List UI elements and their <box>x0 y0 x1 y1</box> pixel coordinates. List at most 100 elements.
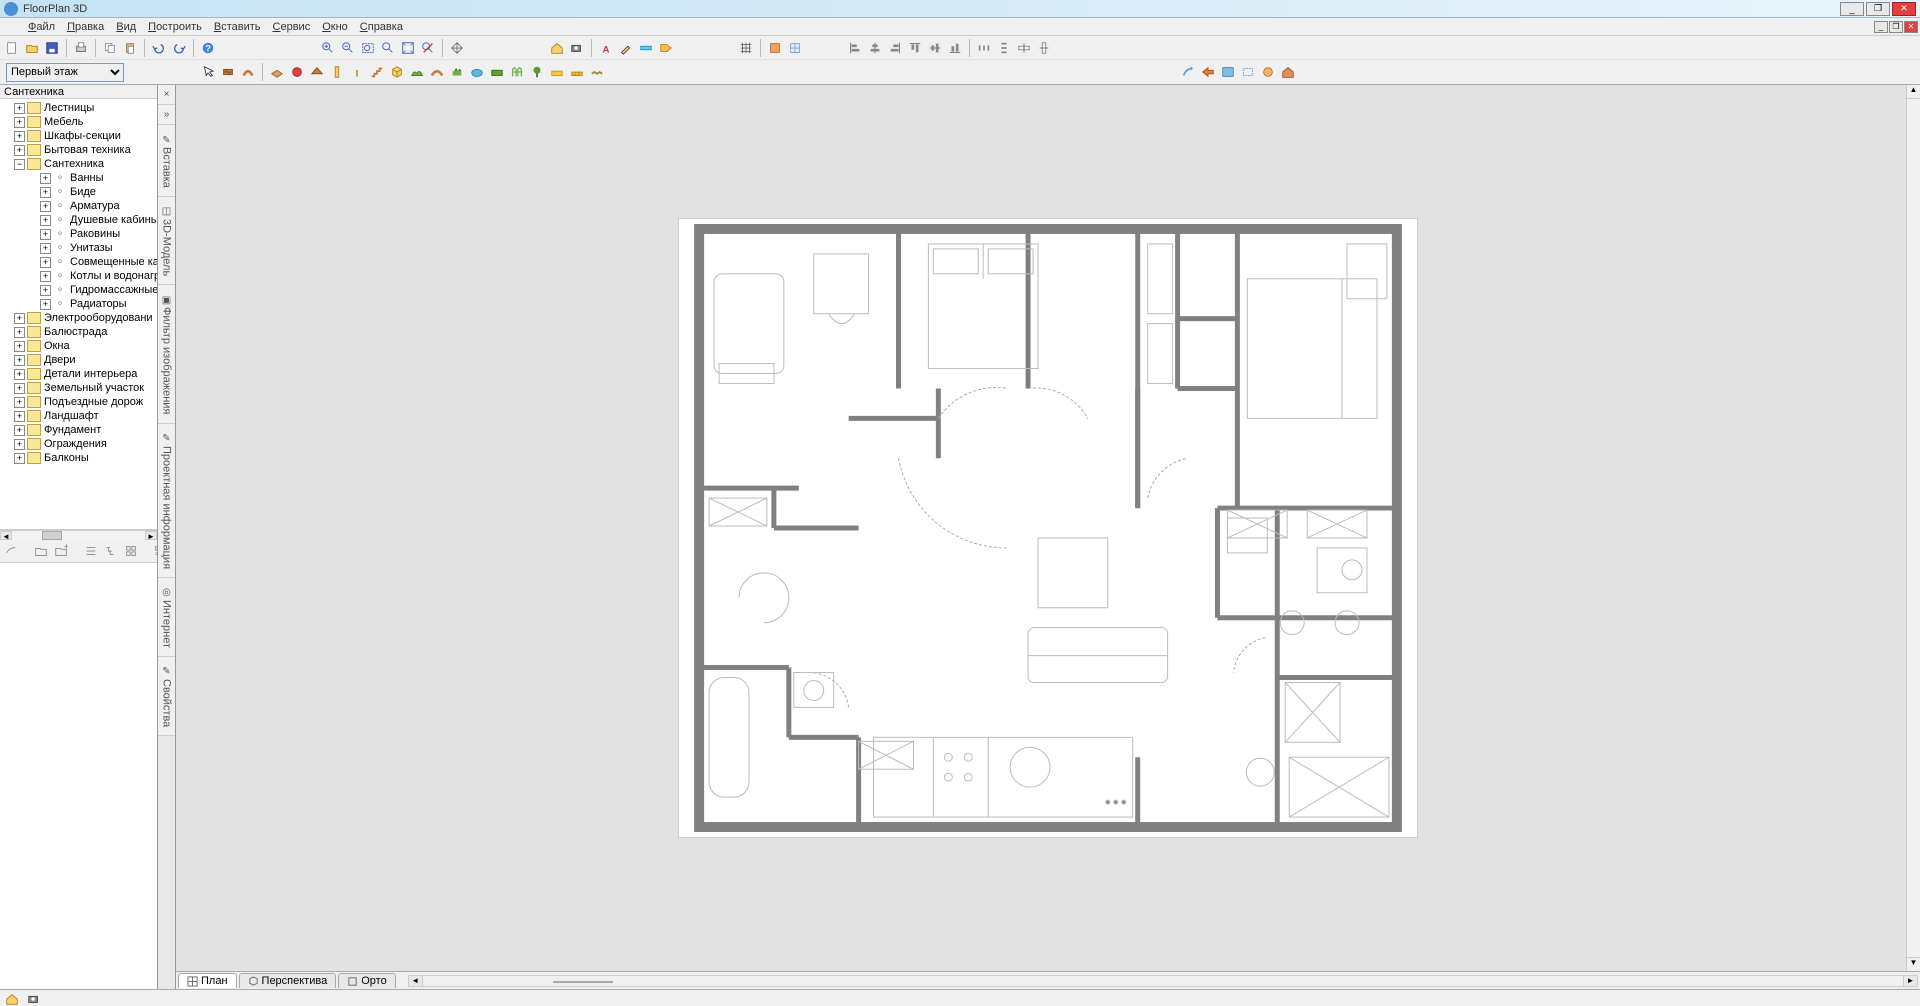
export-icon[interactable] <box>1219 63 1237 81</box>
sb-folder-icon[interactable] <box>33 542 49 560</box>
status-house-icon[interactable] <box>4 992 20 1006</box>
expand-toggle-icon[interactable]: + <box>40 173 51 184</box>
fence-tool-icon[interactable] <box>508 63 526 81</box>
scroll-thumb[interactable] <box>42 531 62 540</box>
stairs-tool-icon[interactable] <box>368 63 386 81</box>
menu-файл[interactable]: Файл <box>22 21 61 33</box>
pen-tool-icon[interactable] <box>617 39 635 57</box>
sb-grid-icon[interactable] <box>123 542 139 560</box>
canvas-viewport[interactable]: ▲ ▼ <box>176 85 1920 971</box>
zoom-window-icon[interactable] <box>359 39 377 57</box>
tree-node-12[interactable]: +⚬Котлы и водонагре <box>0 269 157 283</box>
expand-toggle-icon[interactable]: + <box>40 271 51 282</box>
floor-select-dropdown[interactable]: Первый этаж <box>6 63 124 82</box>
path-tool-icon[interactable] <box>428 63 446 81</box>
tree-node-0[interactable]: +Лестницы <box>0 101 157 115</box>
tree-node-10[interactable]: +⚬Унитазы <box>0 241 157 255</box>
house-library-icon[interactable] <box>1279 63 1297 81</box>
hedge-tool-icon[interactable] <box>548 63 566 81</box>
vtab-image-filter[interactable]: ▣Фильтр изображения <box>158 285 175 423</box>
grid-icon[interactable] <box>737 39 755 57</box>
expand-toggle-icon[interactable]: + <box>14 117 25 128</box>
tree-node-16[interactable]: +Балюстрада <box>0 325 157 339</box>
text-tool-icon[interactable]: A <box>597 39 615 57</box>
expand-toggle-icon[interactable]: + <box>40 215 51 226</box>
zoom-cancel-icon[interactable] <box>419 39 437 57</box>
vtab-properties[interactable]: ✎Свойства <box>158 657 175 736</box>
expand-toggle-icon[interactable]: + <box>14 383 25 394</box>
expand-toggle-icon[interactable]: + <box>14 397 25 408</box>
pointer-tool-icon[interactable] <box>199 63 217 81</box>
tree-node-8[interactable]: +⚬Душевые кабины <box>0 213 157 227</box>
expand-toggle-icon[interactable]: + <box>14 411 25 422</box>
expand-toggle-icon[interactable]: + <box>14 313 25 324</box>
print-icon[interactable] <box>72 39 90 57</box>
expand-toggle-icon[interactable]: + <box>14 425 25 436</box>
tree-node-15[interactable]: +Электрооборудовани <box>0 311 157 325</box>
expand-toggle-icon[interactable]: + <box>40 187 51 198</box>
zoom-out-icon[interactable] <box>339 39 357 57</box>
pan-icon[interactable] <box>448 39 466 57</box>
tree-node-1[interactable]: +Мебель <box>0 115 157 129</box>
zoom-fit-icon[interactable] <box>379 39 397 57</box>
tree-node-22[interactable]: +Ландшафт <box>0 409 157 423</box>
expand-toggle-icon[interactable]: + <box>14 341 25 352</box>
scroll-left-button[interactable]: ◄ <box>409 976 423 986</box>
3d-house-icon[interactable] <box>548 39 566 57</box>
align-bottom-icon[interactable] <box>946 39 964 57</box>
menu-вид[interactable]: Вид <box>110 21 142 33</box>
import-icon[interactable] <box>1199 63 1217 81</box>
tree-node-23[interactable]: +Фундамент <box>0 423 157 437</box>
save-icon[interactable] <box>43 39 61 57</box>
beam-tool-icon[interactable]: I <box>348 63 366 81</box>
minimize-button[interactable]: _ <box>1840 2 1864 16</box>
snap-obj-icon[interactable] <box>766 39 784 57</box>
tree-node-9[interactable]: +⚬Раковины <box>0 227 157 241</box>
expand-toggle-icon[interactable]: + <box>40 299 51 310</box>
wall-curved-icon[interactable] <box>239 63 257 81</box>
align-top-icon[interactable] <box>906 39 924 57</box>
clip-icon[interactable] <box>1239 63 1257 81</box>
vtab-insert[interactable]: ✎Вставка <box>158 125 175 197</box>
menu-вставить[interactable]: Вставить <box>208 21 267 33</box>
snap-grid-icon[interactable] <box>786 39 804 57</box>
status-camera-icon[interactable] <box>26 992 42 1006</box>
expand-toggle-icon[interactable]: + <box>14 327 25 338</box>
floor-selector[interactable]: Первый этаж <box>6 63 124 82</box>
expand-toggle-icon[interactable]: + <box>40 285 51 296</box>
floorplan-drawing[interactable] <box>678 218 1418 838</box>
align-middle-icon[interactable] <box>926 39 944 57</box>
tree-node-4[interactable]: −Сантехника <box>0 157 157 171</box>
expand-toggle-icon[interactable]: + <box>14 103 25 114</box>
curb-tool-icon[interactable] <box>588 63 606 81</box>
menu-правка[interactable]: Правка <box>61 21 110 33</box>
close-button[interactable]: ✕ <box>1892 2 1916 16</box>
vtab-3d-model[interactable]: ◫3D-Модель <box>158 197 175 285</box>
tree-node-17[interactable]: +Окна <box>0 339 157 353</box>
align-right-icon[interactable] <box>886 39 904 57</box>
view-tab-перспектива[interactable]: Перспектива <box>239 973 337 988</box>
new-file-icon[interactable] <box>3 39 21 57</box>
tree-scrollbar-h[interactable]: ◄ ► <box>0 530 157 540</box>
canvas-scrollbar-h[interactable]: ◄ ► <box>408 975 1918 987</box>
expand-toggle-icon[interactable]: + <box>40 229 51 240</box>
tree-node-20[interactable]: +Земельный участок <box>0 381 157 395</box>
vtab-close[interactable]: × <box>158 85 175 105</box>
expand-toggle-icon[interactable]: + <box>14 145 25 156</box>
expand-toggle-icon[interactable]: + <box>40 243 51 254</box>
pool-tool-icon[interactable] <box>468 63 486 81</box>
scroll-up-button[interactable]: ▲ <box>1907 85 1920 99</box>
floor-tool-icon[interactable] <box>268 63 286 81</box>
menu-окно[interactable]: Окно <box>316 21 354 33</box>
open-file-icon[interactable] <box>23 39 41 57</box>
paste-icon[interactable] <box>121 39 139 57</box>
scroll-left-button[interactable]: ◄ <box>0 531 12 540</box>
help-icon[interactable]: ? <box>199 39 217 57</box>
terrain-tool-icon[interactable] <box>408 63 426 81</box>
expand-toggle-icon[interactable]: + <box>40 201 51 212</box>
vtab-internet[interactable]: ◎Интернет <box>158 578 175 657</box>
sb-folder-add-icon[interactable]: + <box>53 542 69 560</box>
sb-list-icon[interactable] <box>83 542 99 560</box>
expand-toggle-icon[interactable]: + <box>40 257 51 268</box>
copy-icon[interactable] <box>101 39 119 57</box>
